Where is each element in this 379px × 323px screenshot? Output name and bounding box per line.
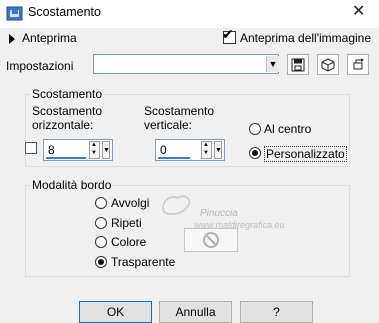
settings-combo[interactable] xyxy=(93,54,279,74)
save-preset-icon xyxy=(291,58,305,71)
horizontal-offset-spinner[interactable]: 8 ▲ ▼ ▼ xyxy=(43,139,113,161)
image-preview-label[interactable]: Anteprima dell'immagine xyxy=(240,31,371,45)
center-radio-label[interactable]: Al centro xyxy=(264,122,311,136)
repeat-radio-label[interactable]: Ripeti xyxy=(111,216,142,230)
repeat-radio[interactable] xyxy=(95,217,107,229)
watermark-logo xyxy=(162,195,190,215)
save-preset-button[interactable] xyxy=(287,54,309,75)
vertical-offset-spinner[interactable]: 0 ▲ ▼ ▼ xyxy=(155,139,225,161)
transparent-radio-label[interactable]: Trasparente xyxy=(111,255,175,269)
custom-radio-label[interactable]: Personalizzato xyxy=(264,146,347,162)
wrap-radio-label[interactable]: Avvolgi xyxy=(111,196,149,210)
vertical-offset-label: Scostamento xyxy=(144,104,215,118)
load-preset-button[interactable] xyxy=(317,54,339,75)
watermark-site: www.maldiregrafica.eu xyxy=(194,220,285,230)
transparent-radio[interactable] xyxy=(95,256,107,268)
close-icon[interactable]: ✕ xyxy=(352,1,365,21)
custom-radio[interactable] xyxy=(249,147,261,159)
spin-updown-icon[interactable]: ▲ ▼ xyxy=(89,141,100,159)
expand-arrow-icon[interactable] xyxy=(9,34,15,44)
center-radio[interactable] xyxy=(249,123,261,135)
color-radio-label[interactable]: Colore xyxy=(111,235,146,249)
preview-toggle-label[interactable]: Anteprima xyxy=(22,31,77,45)
horizontal-offset-value[interactable]: 8 xyxy=(48,143,55,157)
link-checkbox[interactable] xyxy=(25,142,37,154)
window-title: Scostamento xyxy=(28,5,101,19)
chevron-down-icon[interactable]: ▼ xyxy=(214,141,222,159)
no-color-icon xyxy=(203,232,219,248)
load-preset-icon xyxy=(321,57,335,72)
chevron-down-icon[interactable]: ▼ xyxy=(102,141,110,159)
ok-button[interactable]: OK xyxy=(79,301,152,323)
checkmark-icon: ✔ xyxy=(222,26,234,42)
horizontal-offset-label-2: orizzontale: xyxy=(32,118,94,132)
spinner-focus-underline xyxy=(158,157,190,159)
spinner-focus-underline xyxy=(46,157,86,159)
settings-label: Impostazioni xyxy=(6,59,74,73)
reset-button[interactable] xyxy=(347,54,369,75)
horizontal-offset-label: Scostamento xyxy=(32,104,103,118)
chevron-down-icon[interactable]: ▼ xyxy=(266,56,279,72)
color-radio[interactable] xyxy=(95,236,107,248)
offset-group-title: Scostamento xyxy=(30,87,105,101)
help-button[interactable]: ? xyxy=(240,301,313,323)
edge-mode-group-title: Modalità bordo xyxy=(30,178,114,192)
edge-color-swatch[interactable] xyxy=(184,228,238,252)
watermark-name: Pinuccia xyxy=(200,208,238,219)
vertical-offset-label-2: verticale: xyxy=(144,118,193,132)
cancel-button[interactable]: Annulla xyxy=(159,301,232,323)
reset-icon xyxy=(353,58,364,69)
spin-updown-icon[interactable]: ▲ ▼ xyxy=(201,141,212,159)
vertical-offset-value[interactable]: 0 xyxy=(160,143,167,157)
app-icon xyxy=(6,6,23,21)
wrap-radio[interactable] xyxy=(95,197,107,209)
